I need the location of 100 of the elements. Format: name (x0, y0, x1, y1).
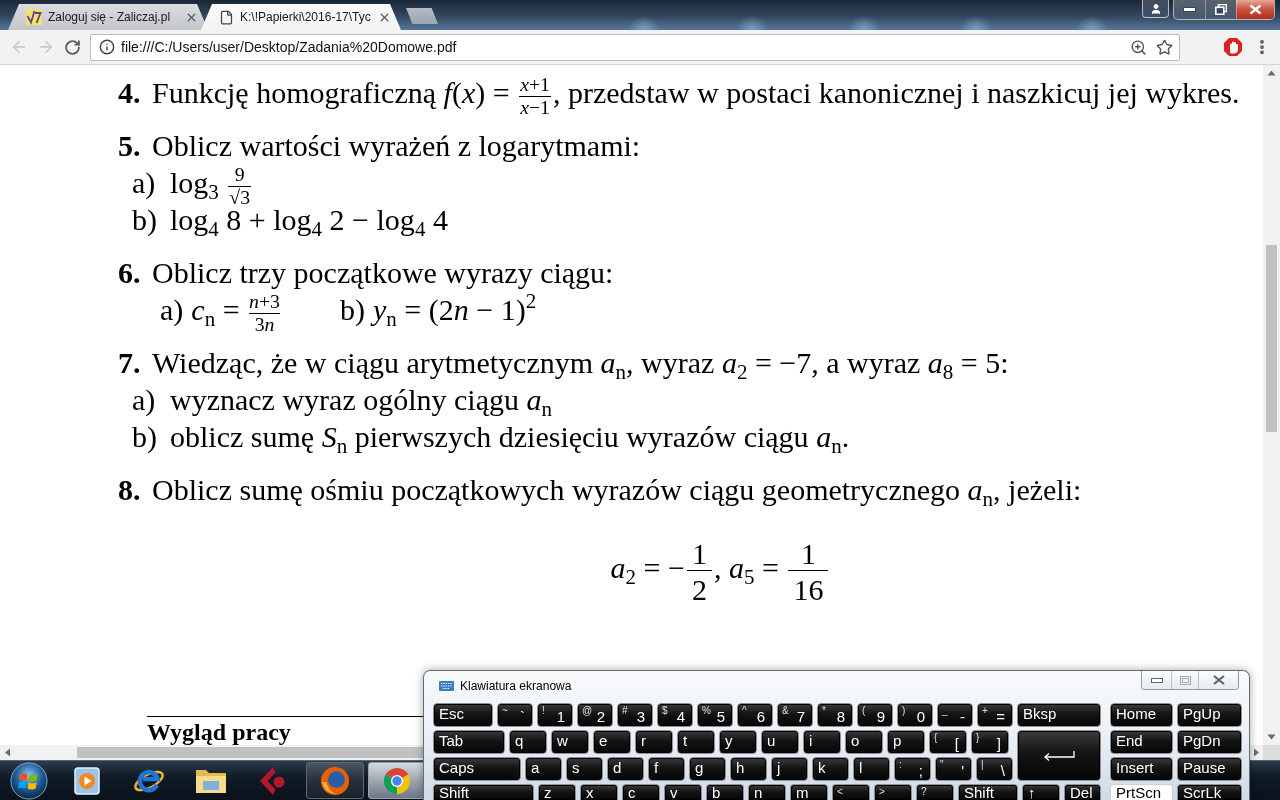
keyboard-key[interactable]: # 3 (617, 703, 653, 727)
keyboard-key[interactable]: a (525, 757, 562, 781)
keyboard-key[interactable]: * 8 (817, 703, 853, 727)
subtask-label: a) (132, 382, 157, 418)
keyboard-key[interactable]: m (790, 784, 828, 800)
minimize-button[interactable] (1174, 0, 1205, 19)
keyboard-key[interactable]: g (689, 757, 726, 781)
keyboard-key[interactable]: & 7 (777, 703, 813, 727)
keyboard-key[interactable]: o (845, 730, 883, 754)
window-title: Klawiatura ekranowa (460, 679, 572, 693)
keyboard-key[interactable]: v (664, 784, 702, 800)
section-heading: Wygląd pracy (147, 720, 291, 745)
keyboard-key[interactable]: Del (1064, 784, 1101, 800)
close-button[interactable] (1198, 671, 1238, 689)
keyboard-key[interactable]: q (509, 730, 547, 754)
keyboard-key[interactable]: ! 1 (537, 703, 573, 727)
keyboard-key[interactable]: x (580, 784, 618, 800)
keyboard-key[interactable]: End (1110, 730, 1173, 754)
keyboard-key[interactable]: h (730, 757, 767, 781)
keyboard-key[interactable]: p (887, 730, 925, 754)
scrollbar-corner (1263, 745, 1280, 760)
problem-number: 6. (118, 255, 142, 291)
subtask-label: b) (132, 202, 158, 238)
keyboard-icon (439, 681, 454, 691)
keyboard-key[interactable]: Insert (1110, 757, 1173, 781)
keyboard-key[interactable]: ↑ (1022, 784, 1060, 800)
keyboard-key[interactable]: s (566, 757, 603, 781)
vertical-scrollbar[interactable] (1263, 65, 1280, 745)
keyboard-key[interactable]: % 5 (697, 703, 733, 727)
new-tab-button[interactable] (406, 8, 438, 24)
keyboard-key[interactable]: z (538, 784, 576, 800)
problem-number: 5. (118, 128, 142, 164)
keyboard-key[interactable]: " ' (935, 757, 972, 781)
keyboard-key[interactable]: b (706, 784, 744, 800)
keyboard-key[interactable]: @ 2 (577, 703, 613, 727)
keyboard-key[interactable]: _ - (937, 703, 973, 727)
keyboard-key[interactable]: Shift (433, 784, 534, 800)
subtask-label: b) (132, 419, 158, 455)
scrollbar-thumb[interactable] (1266, 245, 1277, 432)
keyboard-key[interactable]: PgUp (1177, 703, 1242, 727)
keyboard-key[interactable]: ( 9 (857, 703, 893, 727)
keyboard-key[interactable]: Bksp (1017, 703, 1101, 727)
star-icon[interactable] (1156, 38, 1173, 56)
keyboard-key[interactable]: Esc (433, 703, 493, 727)
keyboard-key[interactable]: u (761, 730, 799, 754)
stop-hand-icon[interactable] (1223, 37, 1243, 57)
problem-number: 7. (118, 345, 142, 381)
keyboard-key[interactable]: k (812, 757, 849, 781)
keyboard-key[interactable]: Pause (1177, 757, 1242, 781)
minimize-button[interactable] (1142, 671, 1171, 689)
keyboard-key[interactable]: ^ 6 (737, 703, 773, 727)
keyboard-key[interactable]: i (803, 730, 841, 754)
problem-number: 8. (118, 472, 142, 508)
keyboard-key[interactable]: { [ (929, 730, 967, 754)
keyboard-key[interactable]: y (719, 730, 757, 754)
flag-orb-icon (10, 761, 48, 800)
taskbar-button[interactable] (306, 762, 364, 799)
keyboard-key[interactable]: l (853, 757, 890, 781)
keyboard-key[interactable]: | \ (976, 757, 1013, 781)
keyboard-key[interactable]: ) 0 (897, 703, 933, 727)
keyboard-key[interactable]: r (635, 730, 673, 754)
keyboard-key[interactable]: $ 4 (657, 703, 693, 727)
keyboard-key[interactable]: c (622, 784, 660, 800)
problem-text: Oblicz wartości wyrażeń z logarytmami: (152, 128, 641, 164)
keyboard-key[interactable]: n (748, 784, 786, 800)
problem-number: 4. (118, 75, 142, 112)
segmented-circle-icon (382, 765, 412, 796)
keyboard-key[interactable]: t (677, 730, 715, 754)
keyboard-key[interactable]: ~ ` (497, 703, 533, 727)
keyboard-key[interactable]: } ] (971, 730, 1009, 754)
keyboard-key[interactable]: j (771, 757, 808, 781)
minimize-icon (1150, 677, 1163, 683)
profile-button[interactable] (1142, 0, 1169, 18)
keyboard-key[interactable]: < (832, 784, 870, 800)
keyboard-key[interactable]: e (593, 730, 631, 754)
document-icon (219, 9, 234, 25)
keyboard-key[interactable]: f (648, 757, 685, 781)
maximize-icon (1179, 675, 1191, 685)
keyboard-key[interactable]: > (874, 784, 912, 800)
keyboard-key[interactable]: Shift (958, 784, 1018, 800)
arrowhead-dot-icon (259, 765, 287, 796)
keyboard-key[interactable]: PrtScn (1110, 784, 1173, 800)
address-bar[interactable]: file:///C:/Users/user/Desktop/Zadania%20Domowe.pdf (90, 33, 1180, 61)
restore-button[interactable] (1205, 0, 1236, 19)
enter-key[interactable] (1017, 730, 1101, 781)
keyboard-key[interactable]: w (551, 730, 589, 754)
info-icon[interactable] (99, 39, 115, 55)
zoom-in-icon[interactable] (1130, 38, 1147, 56)
keyboard-key[interactable]: Home (1110, 703, 1173, 727)
keyboard-key[interactable]: Tab (433, 730, 505, 754)
keyboard-key[interactable]: : ; (894, 757, 931, 781)
restore-icon (1215, 4, 1227, 15)
keyboard-key[interactable]: ? (916, 784, 954, 800)
keyboard-key[interactable]: ScrLk (1177, 784, 1242, 800)
keyboard-key[interactable]: d (607, 757, 644, 781)
browser-tab[interactable]: K:\!Papierki\2016-17\Tyc (201, 4, 401, 30)
close-icon (1249, 4, 1262, 15)
keyboard-key[interactable]: PgDn (1177, 730, 1242, 754)
keyboard-key[interactable]: + = (977, 703, 1013, 727)
keyboard-key[interactable]: Caps (433, 757, 521, 781)
